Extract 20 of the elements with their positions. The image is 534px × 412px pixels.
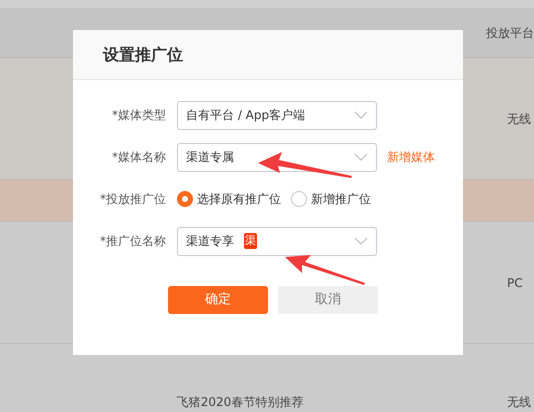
field-label: *推广位名称 xyxy=(99,233,167,250)
chevron-down-icon xyxy=(354,110,368,118)
table-cell-text: 无线 xyxy=(507,110,531,128)
table-cell-text: PC xyxy=(507,274,523,292)
table-cell-text: 飞猪2020春节特别推荐 xyxy=(176,394,304,411)
field-label: *媒体类型 xyxy=(111,107,167,124)
cancel-button[interactable]: 取消 xyxy=(278,286,378,314)
field-label: *媒体名称 xyxy=(111,149,167,166)
table-cell-text: 无线 xyxy=(507,394,531,411)
column-header: 投放平台 xyxy=(486,24,534,42)
select-field[interactable]: 渠道专享 渠 xyxy=(177,226,377,256)
dialog-title: 设置推广位 xyxy=(103,44,183,66)
radio-option[interactable]: 选择原有推广位 xyxy=(177,190,281,208)
select-field[interactable]: 渠道专属 xyxy=(177,142,377,172)
radio-option[interactable]: 新增推广位 xyxy=(291,190,371,208)
chevron-down-icon xyxy=(354,152,368,160)
field-label: *投放推广位 xyxy=(99,191,167,208)
chevron-down-icon xyxy=(354,236,368,244)
select-field[interactable]: 自有平台 / App客户端 xyxy=(177,100,377,130)
tag: 渠 xyxy=(244,233,257,249)
